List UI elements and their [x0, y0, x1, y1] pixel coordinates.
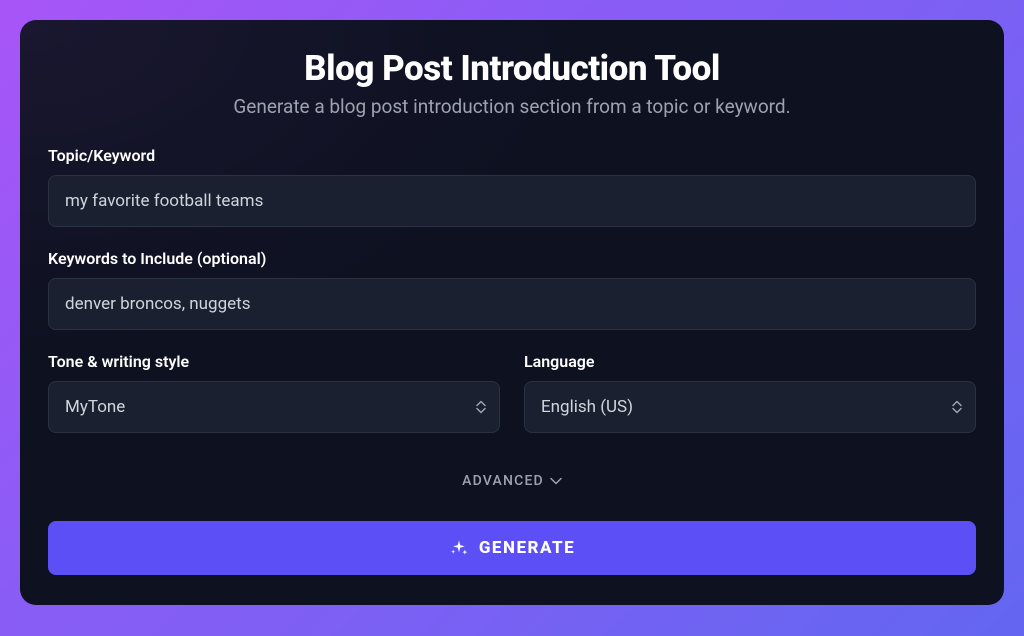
- generate-button[interactable]: GENERATE: [48, 521, 976, 575]
- tone-select[interactable]: MyTone: [48, 381, 500, 433]
- keywords-input[interactable]: [48, 278, 976, 330]
- generate-label: GENERATE: [479, 538, 575, 558]
- tool-card: Blog Post Introduction Tool Generate a b…: [20, 20, 1004, 605]
- tone-select-wrapper: MyTone: [48, 381, 500, 433]
- keywords-field-group: Keywords to Include (optional): [48, 249, 976, 330]
- tone-field-group: Tone & writing style MyTone: [48, 352, 500, 433]
- advanced-toggle[interactable]: ADVANCED: [462, 473, 562, 489]
- tone-label: Tone & writing style: [48, 352, 500, 371]
- topic-field-group: Topic/Keyword: [48, 146, 976, 227]
- options-row: Tone & writing style MyTone Language Eng…: [48, 352, 976, 455]
- sparkles-icon: [449, 538, 469, 558]
- chevron-down-icon: [550, 477, 562, 485]
- page-subtitle: Generate a blog post introduction sectio…: [48, 95, 976, 118]
- language-select-wrapper: English (US): [524, 381, 976, 433]
- language-field-group: Language English (US): [524, 352, 976, 433]
- advanced-row: ADVANCED: [48, 473, 976, 489]
- language-select[interactable]: English (US): [524, 381, 976, 433]
- topic-input[interactable]: [48, 175, 976, 227]
- page-title: Blog Post Introduction Tool: [48, 48, 976, 89]
- topic-label: Topic/Keyword: [48, 146, 976, 165]
- advanced-label: ADVANCED: [462, 473, 544, 489]
- language-label: Language: [524, 352, 976, 371]
- keywords-label: Keywords to Include (optional): [48, 249, 976, 268]
